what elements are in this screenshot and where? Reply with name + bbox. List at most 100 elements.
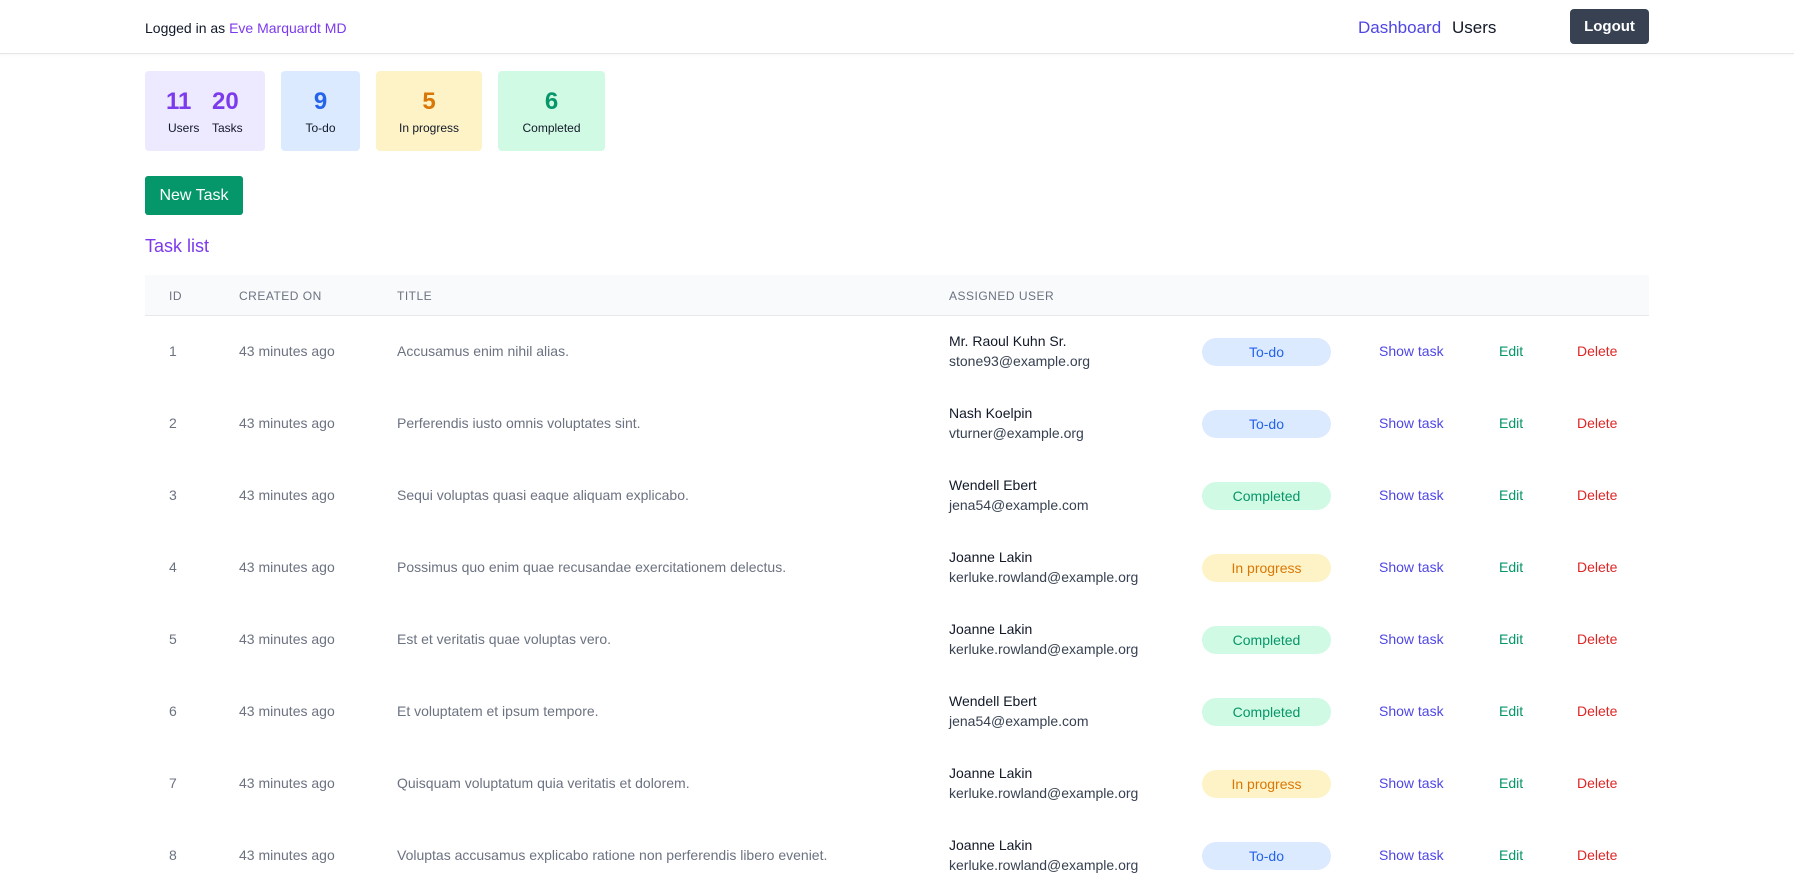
assigned-user-email: stone93@example.org	[949, 353, 1091, 369]
show-task-link[interactable]: Show task	[1379, 559, 1444, 575]
status-badge: In progress	[1202, 770, 1331, 798]
in-progress-count: 5	[422, 88, 436, 115]
task-id: 5	[169, 631, 177, 647]
task-created-on: 43 minutes ago	[239, 343, 335, 359]
users-count-label: Users	[168, 121, 200, 135]
in-progress-count-label: In progress	[398, 121, 460, 135]
table-row: 5 43 minutes ago Est et veritatis quae vol…	[145, 604, 1649, 676]
task-created-on: 43 minutes ago	[239, 559, 335, 575]
assigned-user-name: Wendell Ebert	[949, 693, 1037, 709]
edit-task-link[interactable]: Edit	[1499, 415, 1523, 431]
users-count: 11	[166, 88, 192, 115]
delete-task-link[interactable]: Delete	[1577, 703, 1617, 719]
task-created-on: 43 minutes ago	[239, 703, 335, 719]
task-id: 1	[169, 343, 177, 359]
table-header: ID CREATED ON TITLE ASSIGNED USER	[145, 275, 1649, 316]
edit-task-link[interactable]: Edit	[1499, 559, 1523, 575]
completed-stat-card: 6 Completed	[498, 71, 605, 151]
task-title: Quisquam voluptatum quia veritatis et do…	[397, 775, 690, 791]
status-badge: To-do	[1202, 842, 1331, 870]
assigned-user-email: kerluke.rowland@example.org	[949, 569, 1139, 585]
edit-task-link[interactable]: Edit	[1499, 775, 1523, 791]
delete-task-link[interactable]: Delete	[1577, 775, 1617, 791]
todo-count-label: To-do	[305, 121, 336, 135]
delete-task-link[interactable]: Delete	[1577, 415, 1617, 431]
task-list-title: Task list	[145, 236, 210, 256]
edit-task-link[interactable]: Edit	[1499, 631, 1523, 647]
delete-task-link[interactable]: Delete	[1577, 847, 1617, 863]
task-title: Accusamus enim nihil alias.	[397, 343, 569, 359]
logged-in-text: Logged in as Eve Marquardt MD	[145, 20, 347, 36]
nav-dashboard-link[interactable]: Dashboard	[1358, 18, 1441, 38]
task-id: 7	[169, 775, 177, 791]
show-task-link[interactable]: Show task	[1379, 847, 1444, 863]
show-task-link[interactable]: Show task	[1379, 775, 1444, 791]
users-tasks-stat-card: 11 Users 20 Tasks	[145, 71, 265, 151]
table-row: 6 43 minutes ago Et voluptatem et ipsum te…	[145, 676, 1649, 748]
status-badge: Completed	[1202, 698, 1331, 726]
new-task-button[interactable]: New Task	[145, 176, 243, 215]
task-created-on: 43 minutes ago	[239, 487, 335, 503]
table-row: 4 43 minutes ago Possimus quo enim quae re…	[145, 532, 1649, 604]
top-navbar: Logged in as Eve Marquardt MD Dashboard …	[0, 0, 1794, 54]
assigned-user-email: kerluke.rowland@example.org	[949, 785, 1139, 801]
logged-in-prefix: Logged in as	[145, 20, 230, 36]
task-id: 4	[169, 559, 177, 575]
assigned-user-name: Joanne Lakin	[949, 765, 1033, 781]
edit-task-link[interactable]: Edit	[1499, 847, 1523, 863]
current-user-name[interactable]: Eve Marquardt MD	[229, 20, 346, 36]
assigned-user-email: kerluke.rowland@example.org	[949, 857, 1139, 873]
assigned-user-email: jena54@example.com	[949, 497, 1089, 513]
edit-task-link[interactable]: Edit	[1499, 343, 1523, 359]
assigned-user-name: Wendell Ebert	[949, 477, 1037, 493]
logout-button[interactable]: Logout	[1570, 9, 1649, 44]
delete-task-link[interactable]: Delete	[1577, 631, 1617, 647]
assigned-user-name: Joanne Lakin	[949, 837, 1033, 853]
delete-task-link[interactable]: Delete	[1577, 487, 1617, 503]
tasks-count-label: Tasks	[212, 121, 243, 135]
nav-users-link[interactable]: Users	[1452, 18, 1496, 38]
delete-task-link[interactable]: Delete	[1577, 559, 1617, 575]
header-created-on: CREATED ON	[239, 289, 322, 303]
task-created-on: 43 minutes ago	[239, 415, 335, 431]
table-row: 2 43 minutes ago Perferendis iusto omnis v…	[145, 388, 1649, 460]
header-assigned-user: ASSIGNED USER	[949, 289, 1055, 303]
assigned-user-email: vturner@example.org	[949, 425, 1084, 441]
status-badge: To-do	[1202, 410, 1331, 438]
show-task-link[interactable]: Show task	[1379, 703, 1444, 719]
status-badge: Completed	[1202, 626, 1331, 654]
header-title: TITLE	[397, 289, 433, 303]
task-title: Et voluptatem et ipsum tempore.	[397, 703, 599, 719]
table-row: 8 43 minutes ago Voluptas accusamus explic…	[145, 820, 1649, 876]
assigned-user-name: Mr. Raoul Kuhn Sr.	[949, 333, 1067, 349]
show-task-link[interactable]: Show task	[1379, 343, 1444, 359]
assigned-user-name: Joanne Lakin	[949, 621, 1033, 637]
status-badge: To-do	[1202, 338, 1331, 366]
todo-count: 9	[313, 88, 328, 115]
assigned-user-email: jena54@example.com	[949, 713, 1089, 729]
in-progress-stat-card: 5 In progress	[376, 71, 482, 151]
show-task-link[interactable]: Show task	[1379, 415, 1444, 431]
task-id: 8	[169, 847, 177, 863]
task-title: Perferendis iusto omnis voluptates sint.	[397, 415, 641, 431]
show-task-link[interactable]: Show task	[1379, 487, 1444, 503]
edit-task-link[interactable]: Edit	[1499, 487, 1523, 503]
task-title: Sequi voluptas quasi eaque aliquam expli…	[397, 487, 689, 503]
completed-count: 6	[544, 88, 559, 115]
edit-task-link[interactable]: Edit	[1499, 703, 1523, 719]
task-created-on: 43 minutes ago	[239, 631, 335, 647]
status-badge: Completed	[1202, 482, 1331, 510]
task-id: 6	[169, 703, 177, 719]
completed-count-label: Completed	[522, 121, 581, 135]
show-task-link[interactable]: Show task	[1379, 631, 1444, 647]
status-badge: In progress	[1202, 554, 1331, 582]
todo-stat-card: 9 To-do	[281, 71, 360, 151]
assigned-user-name: Joanne Lakin	[949, 549, 1033, 565]
table-row: 3 43 minutes ago Sequi voluptas quasi eaqu…	[145, 460, 1649, 532]
task-id: 3	[169, 487, 177, 503]
assigned-user-email: kerluke.rowland@example.org	[949, 641, 1139, 657]
task-title: Voluptas accusamus explicabo ratione non…	[397, 847, 828, 863]
delete-task-link[interactable]: Delete	[1577, 343, 1617, 359]
task-created-on: 43 minutes ago	[239, 847, 335, 863]
assigned-user-name: Nash Koelpin	[949, 405, 1033, 421]
